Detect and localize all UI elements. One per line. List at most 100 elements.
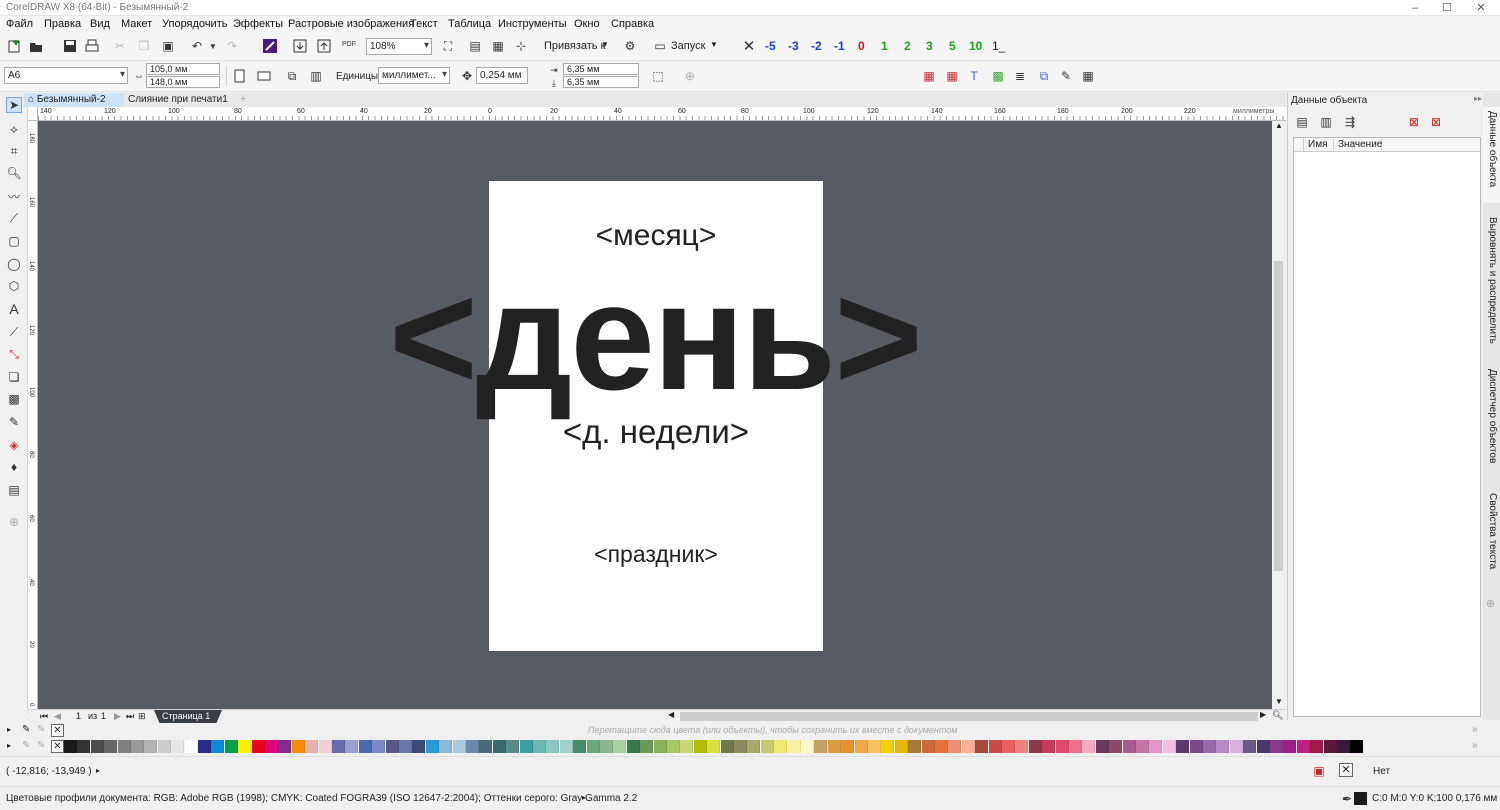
color-swatch[interactable] <box>935 740 948 753</box>
column-value[interactable]: Значение <box>1334 139 1382 150</box>
color-swatch[interactable] <box>707 740 721 753</box>
color-swatch[interactable] <box>841 740 855 753</box>
color-swatch[interactable] <box>318 740 332 753</box>
palette-edit-icon[interactable]: ✎ <box>37 724 45 735</box>
open-icon[interactable] <box>28 38 44 54</box>
color-swatch[interactable] <box>1109 740 1123 753</box>
month-field-text[interactable]: <месяц> <box>489 219 823 253</box>
color-swatch[interactable] <box>921 740 935 753</box>
nudge-1[interactable]: 1 <box>881 39 888 53</box>
ellipse-icon[interactable]: ◯ <box>6 256 22 272</box>
color-swatch[interactable] <box>961 740 975 753</box>
launch-chevron-down-icon[interactable]: ▼ <box>710 40 718 49</box>
color-swatch[interactable] <box>1136 740 1149 753</box>
scroll-right-icon[interactable]: ▶ <box>1260 710 1266 719</box>
shape-tool-icon[interactable]: ⟡ <box>6 121 22 137</box>
first-page-icon[interactable]: ⏮ <box>40 711 48 722</box>
launch-dropdown[interactable]: Запуск <box>671 40 705 52</box>
color-swatch[interactable] <box>425 740 439 753</box>
color-swatch[interactable] <box>479 740 493 753</box>
menu-edit[interactable]: Правка <box>44 18 81 30</box>
menu-file[interactable]: Файл <box>6 18 33 30</box>
search-content-icon[interactable] <box>262 38 278 54</box>
color-swatch[interactable] <box>667 740 680 753</box>
menu-layout[interactable]: Макет <box>121 18 152 30</box>
snap-chevron-down-icon[interactable]: ▼ <box>601 40 609 49</box>
color-swatch[interactable] <box>211 740 225 753</box>
connector-icon[interactable]: ⤡ <box>6 346 22 362</box>
add-icon[interactable]: ⊕ <box>6 514 22 530</box>
color-swatch[interactable] <box>881 740 895 753</box>
horizontal-scroll-thumb[interactable] <box>680 712 1258 721</box>
minimize-button[interactable]: – <box>1400 0 1430 16</box>
color-swatch[interactable] <box>600 740 613 753</box>
nudge-0[interactable]: 0 <box>858 39 865 53</box>
current-page-icon[interactable]: ▥ <box>308 68 324 84</box>
redo-icon[interactable]: ↷ <box>224 38 240 54</box>
fill-none-swatch[interactable]: ✕ <box>1339 763 1353 777</box>
pick-tool-icon[interactable]: ➤ <box>6 97 22 113</box>
vertical-scrollbar[interactable]: ▲ ▼ <box>1272 121 1285 709</box>
new-icon[interactable] <box>6 38 22 54</box>
holiday-field-text[interactable]: <праздник> <box>489 541 823 568</box>
color-swatch[interactable] <box>1055 740 1069 753</box>
color-swatch[interactable] <box>653 740 667 753</box>
units-select[interactable]: миллимет... <box>378 67 450 84</box>
color-swatch[interactable] <box>1216 740 1230 753</box>
menu-view[interactable]: Вид <box>90 18 110 30</box>
color-swatch[interactable] <box>1149 740 1163 753</box>
color-swatch[interactable] <box>372 740 386 753</box>
color-swatch[interactable] <box>854 740 868 753</box>
color-swatch[interactable] <box>814 740 828 753</box>
add-page-icon[interactable]: ⊞ <box>138 711 146 722</box>
interactive-fill-icon[interactable]: ◈ <box>6 437 22 453</box>
menu-effects[interactable]: Эффекты <box>233 18 283 30</box>
color-swatch[interactable] <box>265 740 278 753</box>
page-height-input[interactable]: 148,0 мм <box>146 76 220 88</box>
color-swatch[interactable] <box>291 740 305 753</box>
print-icon[interactable] <box>84 38 100 54</box>
nudge-custom[interactable]: 1_ <box>992 39 1005 53</box>
add-docker-icon[interactable]: ⊕ <box>1486 597 1495 610</box>
color-swatch[interactable] <box>1028 740 1042 753</box>
menu-tools[interactable]: Инструменты <box>498 18 567 30</box>
smart-fill-icon[interactable]: ⟋ <box>6 210 22 226</box>
zoom-navigator-icon[interactable]: 🔍︎ <box>1272 710 1283 721</box>
day-field-text[interactable]: <день> <box>38 257 1272 417</box>
color-swatch[interactable] <box>1122 740 1136 753</box>
profile-expand-icon[interactable]: ▸ <box>582 793 586 802</box>
column-name[interactable]: Имя <box>1304 139 1334 150</box>
tab-object-manager[interactable]: Диспетчер объектов <box>1483 365 1500 485</box>
copy-icon[interactable]: ❐ <box>136 38 152 54</box>
copy-data-icon[interactable]: ⇶ <box>1342 114 1358 130</box>
landscape-icon[interactable] <box>256 68 272 84</box>
mesh-icon[interactable]: ▤ <box>6 482 22 498</box>
color-swatch[interactable] <box>1162 740 1176 753</box>
save-icon[interactable] <box>62 38 78 54</box>
scrollbar-thumb[interactable] <box>1274 261 1283 571</box>
color-swatch[interactable] <box>640 740 654 753</box>
all-pages-icon[interactable]: ⧉ <box>284 68 300 84</box>
color-swatch[interactable] <box>184 740 198 753</box>
merge-field-icon-5[interactable]: ≣ <box>1012 68 1028 84</box>
docker-collapse-icon[interactable]: ▸▸ <box>1474 94 1482 103</box>
color-swatch[interactable] <box>90 740 104 753</box>
color-swatch[interactable] <box>559 740 573 753</box>
palette-menu-icon[interactable]: ▸ <box>7 741 11 750</box>
nudge-3[interactable]: 3 <box>926 39 933 53</box>
color-swatch[interactable] <box>693 740 707 753</box>
page-width-input[interactable]: 105,0 мм <box>146 63 220 75</box>
transparency-icon[interactable]: ▩ <box>6 391 22 407</box>
horizontal-ruler[interactable]: 140 120 100 80 60 40 20 0 20 40 60 80 10… <box>38 107 1286 121</box>
color-swatch[interactable] <box>948 740 962 753</box>
ruler-origin[interactable] <box>28 107 38 121</box>
launch-app-icon[interactable]: ▭ <box>652 38 668 54</box>
tab-object-data[interactable]: Данные объекта <box>1483 107 1500 203</box>
color-swatch[interactable] <box>1095 740 1109 753</box>
palette-menu-icon[interactable]: ▸ <box>7 725 11 734</box>
text-icon[interactable]: A <box>6 301 22 317</box>
scroll-up-icon[interactable]: ▲ <box>1275 121 1283 130</box>
merge-field-icon-3[interactable]: T <box>966 68 982 84</box>
color-swatch[interactable] <box>613 740 627 753</box>
color-swatch[interactable] <box>720 740 734 753</box>
